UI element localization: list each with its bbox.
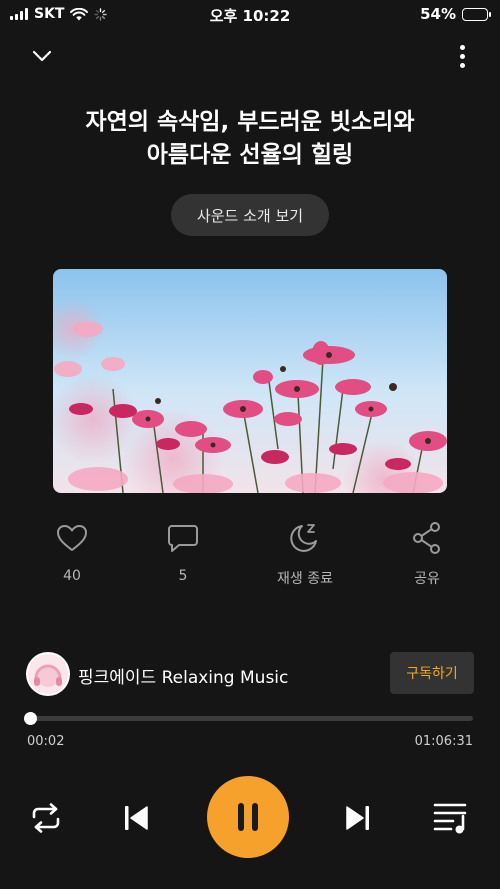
share-button[interactable]: 공유: [367, 520, 487, 588]
status-right: 54%: [420, 5, 491, 23]
repeat-button[interactable]: [24, 796, 68, 840]
chevron-down-icon: [32, 50, 52, 62]
seek-track: [27, 716, 473, 721]
headphones-logo-icon: [28, 654, 68, 694]
comment-count: 5: [178, 568, 188, 584]
more-vertical-icon: [459, 44, 465, 50]
comment-icon: [168, 525, 198, 552]
track-title-line2: 아름다운 선율의 힐링: [146, 142, 354, 168]
play-pause-button[interactable]: [207, 776, 289, 858]
seek-bar[interactable]: [24, 712, 473, 725]
collapse-player-button[interactable]: [26, 42, 58, 70]
total-duration: 01:06:31: [414, 734, 473, 749]
channel-name[interactable]: 핑크에이드 Relaxing Music: [78, 663, 288, 688]
battery-icon: [462, 7, 491, 21]
cosmos-flowers-image: [53, 269, 447, 493]
playlist-button[interactable]: [428, 796, 474, 840]
track-title-line1: 자연의 속삭임, 부드러운 빗소리와: [85, 109, 415, 135]
share-label: 공유: [414, 571, 440, 587]
channel-row: 핑크에이드 Relaxing Music 구독하기: [26, 652, 474, 696]
share-icon: [413, 522, 440, 554]
track-title: 자연의 속삭임, 부드러운 빗소리와 아름다운 선율의 힐링: [0, 106, 500, 172]
album-artwork: [53, 269, 447, 493]
comment-button[interactable]: 5: [123, 520, 243, 584]
more-options-button[interactable]: [452, 40, 472, 72]
sleep-timer-label: 재생 종료: [277, 571, 333, 587]
like-button[interactable]: 40: [12, 520, 132, 584]
subscribe-button[interactable]: 구독하기: [390, 652, 474, 694]
current-time: 00:02: [27, 734, 65, 749]
status-bar: SKT 오후 10:22 54%: [0, 0, 500, 28]
sleep-timer-button[interactable]: 재생 종료: [245, 520, 365, 588]
skip-previous-icon: [125, 806, 148, 830]
moon-zz-icon: [290, 524, 317, 552]
playback-controls: [0, 776, 500, 860]
seek-handle[interactable]: [24, 712, 38, 725]
battery-percent: 54%: [420, 5, 456, 23]
next-button[interactable]: [336, 796, 380, 840]
heart-icon: [57, 525, 87, 551]
previous-button[interactable]: [114, 796, 158, 840]
skip-next-icon: [346, 806, 369, 830]
like-count: 40: [63, 568, 81, 584]
pause-icon: [238, 803, 258, 831]
action-row: 40 5 재생 종료 공유: [0, 520, 500, 590]
repeat-icon: [32, 803, 60, 833]
playlist-icon: [433, 803, 467, 834]
channel-avatar[interactable]: [26, 652, 70, 696]
sound-intro-button[interactable]: 사운드 소개 보기: [171, 194, 329, 236]
